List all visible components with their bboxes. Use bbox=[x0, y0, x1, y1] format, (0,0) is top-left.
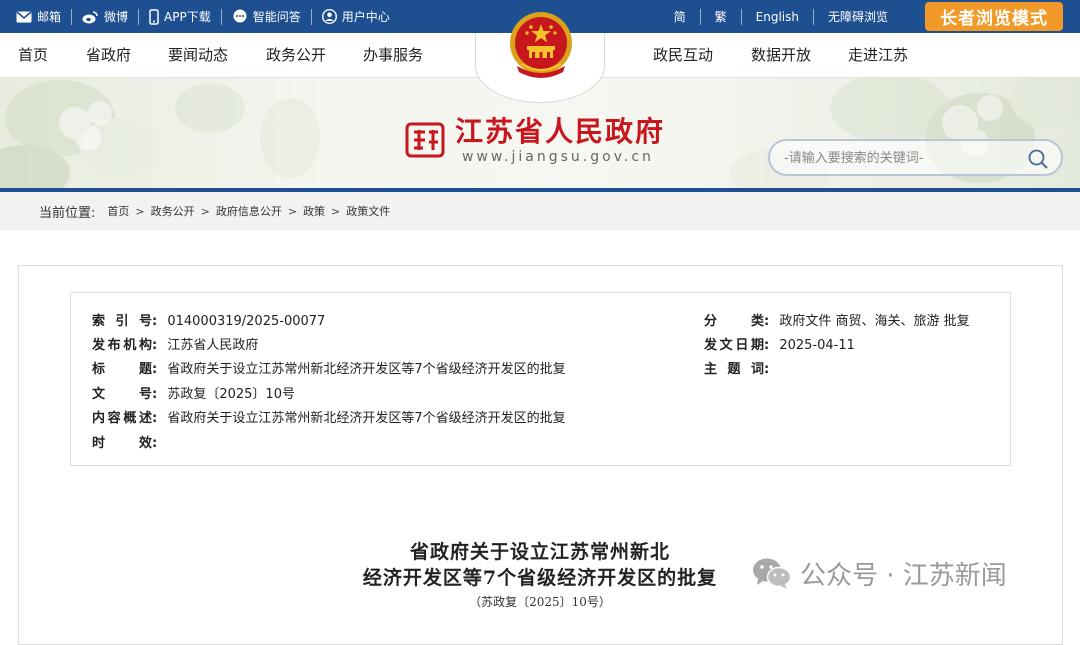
accessibility-link[interactable]: 无障碍浏览 bbox=[814, 9, 906, 25]
chat-icon bbox=[233, 9, 247, 23]
weibo-icon bbox=[82, 10, 98, 23]
breadcrumb: 当前位置: 首页 > 政务公开 > 政府信息公开 > 政策 > 政策文件 bbox=[39, 192, 390, 230]
mail-link[interactable]: 邮箱 bbox=[16, 8, 73, 25]
weibo-link[interactable]: 微博 bbox=[72, 8, 140, 25]
english-link[interactable]: English bbox=[742, 8, 814, 25]
phone-icon bbox=[149, 8, 159, 25]
app-download-link[interactable]: APP下载 bbox=[139, 8, 222, 25]
site-url: www.jiangsu.gov.cn bbox=[462, 149, 654, 165]
nav-about-jiangsu[interactable]: 走进江苏 bbox=[848, 33, 908, 78]
meta-issue-date-label: 发文日期 bbox=[704, 338, 764, 353]
breadcrumb-bar: 当前位置: 首页 > 政务公开 > 政府信息公开 > 政策 > 政策文件 bbox=[0, 192, 1080, 230]
meta-title-value: 省政府关于设立江苏常州新北经济开发区等7个省级经济开发区的批复 bbox=[167, 362, 566, 377]
wechat-watermark: 公众号 · 江苏新闻 bbox=[752, 555, 1007, 591]
meta-keywords: 主题词: bbox=[704, 358, 779, 377]
nav-open-data[interactable]: 数据开放 bbox=[751, 33, 811, 78]
breadcrumb-policy-docs[interactable]: 政策文件 bbox=[346, 203, 390, 219]
meta-issuer-label: 发布机构 bbox=[92, 338, 152, 353]
meta-issuer-value: 江苏省人民政府 bbox=[167, 338, 259, 353]
nav-interaction[interactable]: 政民互动 bbox=[653, 33, 713, 78]
meta-summary: 内容概述: 省政府关于设立江苏常州新北经济开发区等7个省级经济开发区的批复 bbox=[92, 407, 566, 426]
site-logo-seal-icon bbox=[405, 122, 445, 158]
app-download-label: APP下载 bbox=[164, 10, 211, 24]
nav-gov-affairs[interactable]: 政务公开 bbox=[266, 33, 326, 78]
user-icon bbox=[321, 9, 337, 24]
meta-validity-label: 时效 bbox=[92, 436, 152, 451]
meta-category: 分类: 政府文件 商贸、海关、旅游 批复 bbox=[704, 310, 970, 329]
meta-category-value: 政府文件 商贸、海关、旅游 批复 bbox=[779, 314, 970, 329]
nav-home[interactable]: 首页 bbox=[18, 33, 48, 78]
breadcrumb-gov-info[interactable]: 政府信息公开 bbox=[216, 203, 282, 219]
breadcrumb-home[interactable]: 首页 bbox=[107, 203, 129, 219]
watermark-text: 公众号 · 江苏新闻 bbox=[800, 560, 1007, 591]
smart-qa-label: 智能问答 bbox=[252, 10, 301, 24]
user-center-label: 用户中心 bbox=[341, 10, 390, 24]
search-icon[interactable] bbox=[1027, 148, 1049, 170]
breadcrumb-separator: > bbox=[135, 204, 145, 218]
search-input[interactable] bbox=[784, 148, 1014, 168]
smart-qa-link[interactable]: 智能问答 bbox=[222, 8, 312, 25]
meta-title: 标题: 省政府关于设立江苏常州新北经济开发区等7个省级经济开发区的批复 bbox=[92, 358, 566, 377]
meta-doc-number-value: 苏政复〔2025〕10号 bbox=[167, 387, 295, 402]
traditional-chinese-link[interactable]: 繁 bbox=[701, 8, 742, 25]
meta-category-label: 分类 bbox=[704, 314, 764, 329]
mail-icon bbox=[16, 10, 32, 22]
meta-index-number: 索引号: 014000319/2025-00077 bbox=[92, 310, 325, 329]
meta-title-label: 标题 bbox=[92, 362, 152, 377]
mail-label: 邮箱 bbox=[37, 10, 62, 24]
breadcrumb-gov-affairs[interactable]: 政务公开 bbox=[151, 203, 195, 219]
breadcrumb-policy[interactable]: 政策 bbox=[303, 203, 325, 219]
nav-news[interactable]: 要闻动态 bbox=[168, 33, 228, 78]
language-links: 简 繁 English 无障碍浏览 bbox=[660, 0, 906, 33]
breadcrumb-separator: > bbox=[331, 204, 341, 218]
site-title: 江苏省人民政府 bbox=[455, 115, 666, 148]
meta-validity: 时效: bbox=[92, 432, 167, 451]
nav-province-gov[interactable]: 省政府 bbox=[86, 33, 131, 78]
breadcrumb-label: 当前位置: bbox=[39, 205, 96, 221]
meta-index-number-label: 索引号 bbox=[92, 314, 152, 329]
breadcrumb-separator: > bbox=[287, 204, 298, 218]
meta-issue-date: 发文日期: 2025-04-11 bbox=[704, 334, 855, 353]
document-number: （苏政复〔2025〕10号） bbox=[469, 595, 611, 609]
simplified-chinese-link[interactable]: 简 bbox=[660, 8, 701, 25]
meta-issue-date-value: 2025-04-11 bbox=[779, 338, 855, 353]
nav-services[interactable]: 办事服务 bbox=[363, 33, 423, 78]
national-emblem-icon bbox=[510, 12, 572, 78]
utility-links: 邮箱 微博 APP下载 智能问答 用户中心 bbox=[16, 0, 400, 33]
meta-keywords-label: 主题词 bbox=[704, 362, 764, 377]
meta-doc-number-label: 文号 bbox=[92, 387, 152, 402]
meta-issuer: 发布机构: 江苏省人民政府 bbox=[92, 334, 258, 353]
meta-index-number-value: 014000319/2025-00077 bbox=[167, 314, 326, 329]
meta-doc-number: 文号: 苏政复〔2025〕10号 bbox=[92, 383, 295, 402]
weibo-label: 微博 bbox=[104, 10, 129, 24]
user-center-link[interactable]: 用户中心 bbox=[312, 9, 400, 25]
elder-mode-button[interactable]: 长者浏览模式 bbox=[925, 2, 1063, 31]
meta-summary-label: 内容概述 bbox=[92, 411, 152, 426]
meta-summary-value: 省政府关于设立江苏常州新北经济开发区等7个省级经济开发区的批复 bbox=[167, 411, 566, 426]
search-box bbox=[768, 139, 1063, 176]
breadcrumb-separator: > bbox=[200, 204, 210, 218]
wechat-icon bbox=[753, 558, 792, 589]
